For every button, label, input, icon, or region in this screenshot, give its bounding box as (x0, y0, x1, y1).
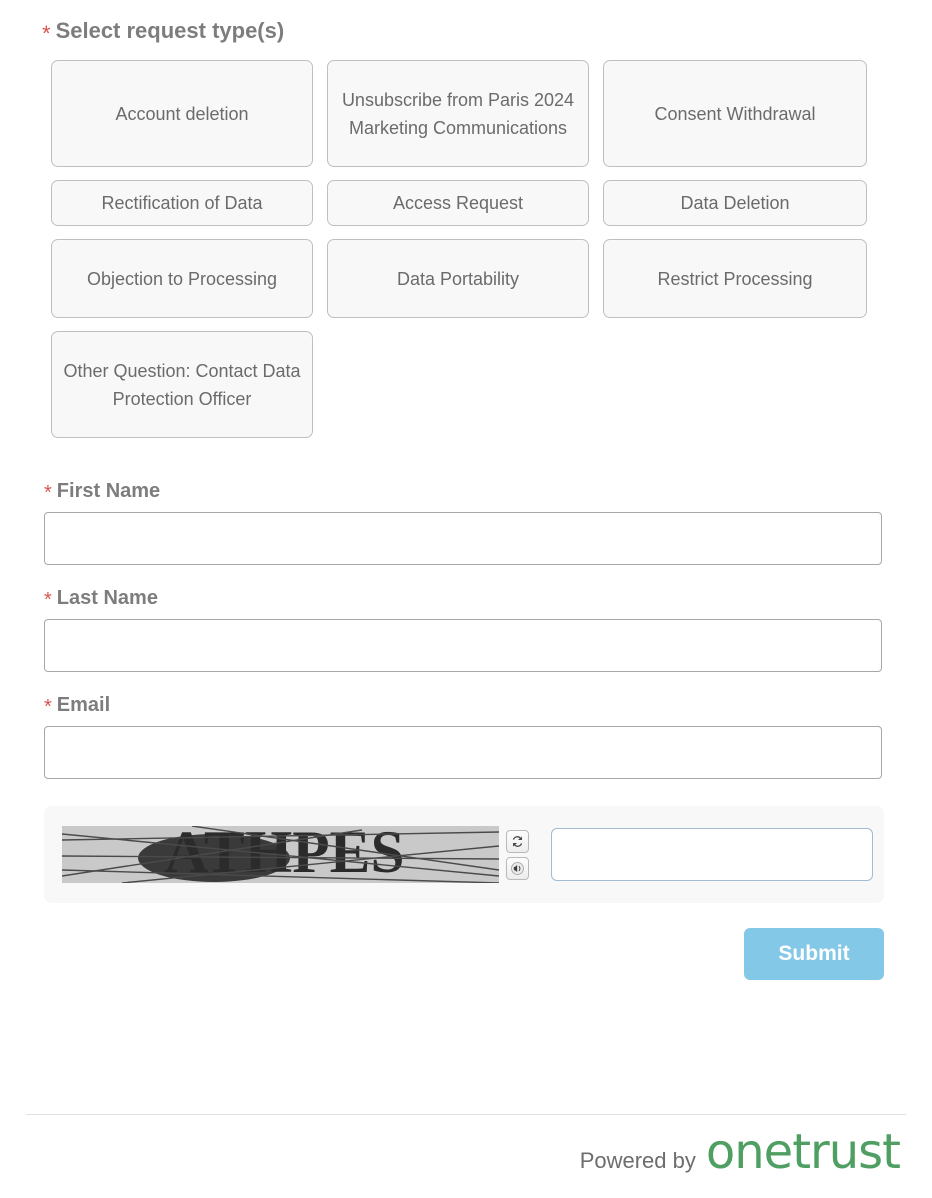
captcha-answer-input[interactable] (551, 828, 873, 881)
request-type-label: Other Question: Contact Data Protection … (63, 360, 301, 409)
last-name-input[interactable] (44, 619, 882, 672)
request-type-label: Rectification of Data (101, 193, 263, 213)
field-group-first-name: * First Name (0, 480, 932, 565)
first-name-label-text: First Name (56, 480, 161, 502)
email-label: * Email (44, 694, 932, 717)
submit-row: Submit (0, 928, 932, 980)
request-type-option-data-portability[interactable]: Data Portability (327, 239, 589, 318)
refresh-icon (512, 835, 523, 847)
request-type-option-rectification-of-data[interactable]: Rectification of Data (51, 180, 313, 226)
last-name-label: * Last Name (44, 587, 932, 610)
captcha-refresh-button[interactable] (506, 829, 529, 853)
onetrust-logo: onetrust (705, 1124, 901, 1180)
powered-by-label: Powered by (579, 1148, 696, 1173)
required-asterisk-icon: * (44, 482, 52, 504)
field-group-last-name: * Last Name (0, 587, 932, 672)
first-name-input[interactable] (44, 512, 882, 565)
last-name-label-text: Last Name (56, 587, 158, 609)
request-type-label: Unsubscribe from Paris 2024 Marketing Co… (341, 89, 575, 138)
field-group-email: * Email (0, 694, 932, 779)
section-heading-label: Select request type(s) (55, 18, 285, 43)
email-label-text: Email (56, 694, 111, 716)
email-field[interactable] (44, 726, 882, 779)
request-type-option-data-deletion[interactable]: Data Deletion (603, 180, 867, 226)
dsar-request-form: * Select request type(s) Account deletio… (0, 0, 932, 1176)
request-type-label: Consent Withdrawal (654, 103, 816, 124)
captcha-panel: ATHPES (44, 806, 884, 903)
request-type-label: Data Deletion (680, 193, 790, 213)
request-type-label: Data Portability (396, 268, 520, 289)
footer: Powered by onetrust (0, 1124, 901, 1180)
request-type-label: Access Request (392, 193, 524, 213)
required-asterisk-icon: * (44, 696, 52, 718)
request-type-option-restrict-processing[interactable]: Restrict Processing (603, 239, 867, 318)
request-type-option-consent-withdrawal[interactable]: Consent Withdrawal (603, 60, 867, 167)
request-type-option-access-request[interactable]: Access Request (327, 180, 589, 226)
request-type-option-account-deletion[interactable]: Account deletion (51, 60, 313, 167)
request-type-option-other-question-dpo[interactable]: Other Question: Contact Data Protection … (51, 331, 313, 438)
submit-button[interactable]: Submit (744, 928, 884, 980)
required-asterisk-icon: * (42, 21, 51, 46)
captcha-controls (506, 829, 529, 880)
request-type-label: Account deletion (115, 103, 249, 124)
first-name-label: * First Name (44, 480, 932, 503)
request-type-option-objection-to-processing[interactable]: Objection to Processing (51, 239, 313, 318)
request-type-label: Objection to Processing (86, 268, 278, 289)
required-asterisk-icon: * (44, 589, 52, 611)
captcha-audio-button[interactable] (506, 856, 529, 880)
request-type-option-unsubscribe-marketing[interactable]: Unsubscribe from Paris 2024 Marketing Co… (327, 60, 589, 167)
footer-divider (26, 1114, 906, 1115)
request-type-grid: Account deletion Unsubscribe from Paris … (0, 60, 880, 438)
captcha-challenge-image: ATHPES (62, 826, 499, 883)
page-title: * Select request type(s) (0, 0, 932, 46)
request-type-label: Restrict Processing (657, 268, 813, 289)
speaker-icon (511, 861, 524, 875)
